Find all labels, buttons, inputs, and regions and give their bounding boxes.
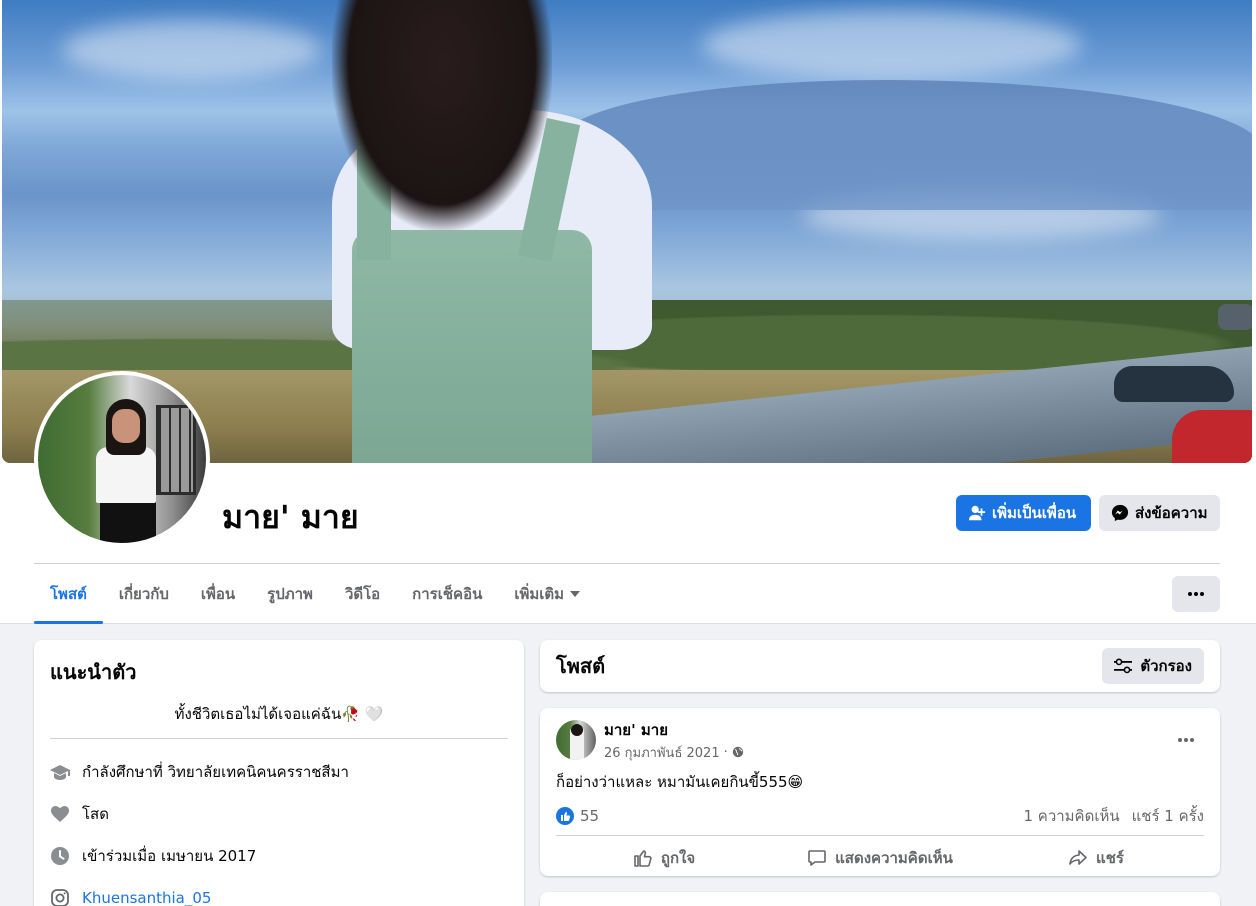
motorbike	[1112, 304, 1252, 463]
person-apron	[352, 230, 592, 463]
comment-icon	[808, 850, 826, 866]
tab-about[interactable]: เกี่ยวกับ	[103, 564, 185, 624]
ellipsis-icon	[1178, 738, 1194, 742]
post-text: ก็อย่างว่าแหละ หมามันเคยกินขี้555😁	[556, 773, 804, 791]
tab-label: เกี่ยวกับ	[118, 585, 169, 603]
tab-label: เพื่อน	[200, 585, 236, 603]
add-friend-button[interactable]: เพิ่มเป็นเพื่อน	[956, 495, 1091, 531]
post-meta: 26 กุมภาพันธ์ 2021 ·	[604, 742, 744, 763]
filter-button[interactable]: ตัวกรอง	[1102, 648, 1204, 684]
share-label: แชร์	[1096, 849, 1124, 867]
profile-tabs: โพสต์ เกี่ยวกับ เพื่อน รูปภาพ วิดีโอ การ…	[34, 564, 596, 624]
next-post	[540, 892, 1220, 906]
heart-icon	[50, 804, 70, 824]
intro-joined: เข้าร่วมเมื่อ เมษายน 2017	[50, 835, 508, 877]
tab-checkins[interactable]: การเช็คอิน	[396, 564, 498, 624]
profile-avatar[interactable]	[34, 371, 210, 547]
share-button[interactable]: แชร์	[988, 836, 1204, 880]
tab-label: วิดีโอ	[344, 585, 381, 603]
posts-title: โพสต์	[556, 654, 606, 678]
messenger-icon	[1111, 504, 1129, 522]
share-count[interactable]: แชร์ 1 ครั้ง	[1132, 804, 1204, 828]
ellipsis-icon	[1188, 592, 1204, 596]
add-friend-label: เพิ่มเป็นเพื่อน	[992, 505, 1077, 522]
thumbs-up-icon	[634, 850, 652, 867]
cloud	[702, 10, 1082, 80]
meta-separator: ·	[723, 744, 728, 760]
tab-videos[interactable]: วิดีโอ	[329, 564, 396, 624]
post-header: มาย' มาย 26 กุมภาพันธ์ 2021 ·	[556, 718, 1204, 763]
like-label: ถูกใจ	[660, 849, 696, 867]
intro-education: กำลังศึกษาที่ วิทยาลัยเทคนิคนครราชสีมา	[50, 751, 508, 793]
intro-instagram: Khuensanthia_05	[50, 877, 508, 906]
comment-count[interactable]: 1 ความคิดเห็น	[1023, 804, 1119, 828]
message-label: ส่งข้อความ	[1135, 505, 1208, 522]
cloud	[62, 20, 322, 80]
instagram-link[interactable]: Khuensanthia_05	[82, 889, 211, 906]
intro-card: แนะนำตัว ทั้งชีวิตเธอไม่ได้เจอแค่ฉัน🥀 🤍 …	[34, 640, 524, 906]
like-reaction-icon	[556, 806, 574, 825]
post-avatar[interactable]	[556, 720, 596, 760]
message-button[interactable]: ส่งข้อความ	[1099, 495, 1220, 531]
tab-label: โพสต์	[50, 585, 87, 603]
post-actions: ถูกใจ แสดงความคิดเห็น แชร์	[556, 836, 1204, 880]
tab-label: การเช็คอิน	[412, 585, 483, 603]
comment-button[interactable]: แสดงความคิดเห็น	[772, 836, 988, 880]
like-button[interactable]: ถูกใจ	[556, 836, 772, 880]
intro-education-text: กำลังศึกษาที่ วิทยาลัยเทคนิคนครราชสีมา	[82, 763, 349, 781]
share-icon	[1069, 850, 1087, 865]
person-hair	[332, 0, 552, 230]
profile-more-button[interactable]	[1172, 576, 1220, 612]
like-count: 55	[580, 806, 600, 825]
comment-label: แสดงความคิดเห็น	[835, 849, 953, 867]
post-options-button[interactable]	[1168, 722, 1204, 758]
intro-title: แนะนำตัว	[50, 660, 137, 684]
tab-label: รูปภาพ	[267, 585, 313, 603]
tab-friends[interactable]: เพื่อน	[185, 564, 251, 624]
profile-header: มาย' มาย เพิ่มเป็นเพื่อน ส่งข้อความ โพสต…	[0, 0, 1256, 624]
tab-photos[interactable]: รูปภาพ	[251, 564, 329, 624]
filter-icon	[1114, 658, 1133, 674]
tab-posts[interactable]: โพสต์	[34, 564, 103, 624]
clock-icon	[50, 846, 70, 866]
post: มาย' มาย 26 กุมภาพันธ์ 2021 · ก็อย่างว่า…	[540, 708, 1220, 876]
add-friend-icon	[968, 505, 986, 521]
cover-photo[interactable]	[2, 0, 1252, 463]
instagram-icon	[50, 888, 70, 906]
intro-bio: ทั้งชีวิตเธอไม่ได้เจอแค่ฉัน🥀 🤍	[50, 702, 508, 739]
intro-joined-text: เข้าร่วมเมื่อ เมษายน 2017	[82, 847, 257, 865]
profile-name: มาย' มาย	[222, 498, 359, 536]
mountain	[562, 80, 1252, 210]
intro-relationship-text: โสด	[82, 805, 109, 823]
reactions[interactable]: 55	[556, 806, 600, 825]
filter-label: ตัวกรอง	[1140, 657, 1192, 675]
tab-more[interactable]: เพิ่มเติม	[498, 564, 596, 624]
graduation-cap-icon	[50, 762, 70, 782]
post-stats: 55 1 ความคิดเห็น แชร์ 1 ครั้ง	[556, 796, 1204, 836]
post-date[interactable]: 26 กุมภาพันธ์ 2021	[604, 742, 720, 763]
tab-label: เพิ่มเติม	[514, 585, 565, 603]
post-author[interactable]: มาย' มาย	[604, 718, 744, 742]
posts-header: โพสต์ ตัวกรอง	[540, 640, 1220, 692]
intro-relationship: โสด	[50, 793, 508, 835]
globe-icon	[732, 746, 743, 758]
caret-down-icon	[570, 591, 581, 597]
